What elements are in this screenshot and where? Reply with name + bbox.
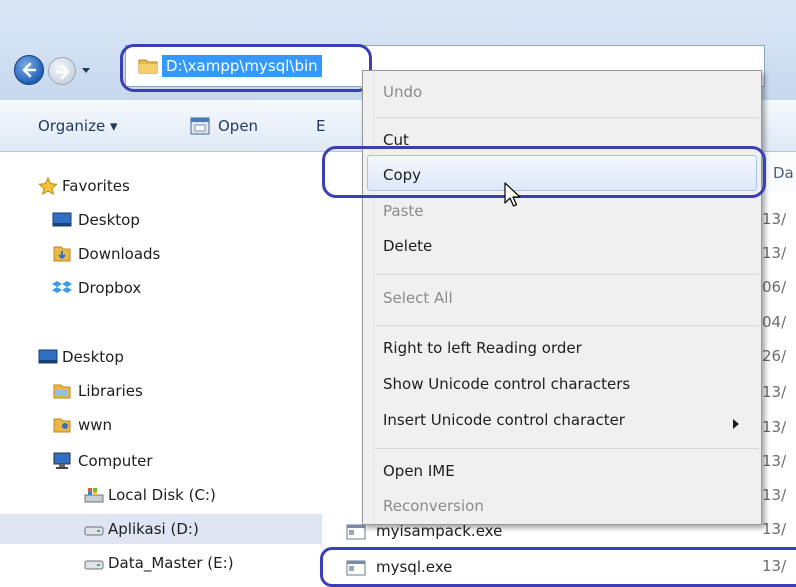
menu-item-open-ime[interactable]: Open IME: [383, 462, 455, 480]
date-cell: 13/: [762, 486, 787, 504]
computer-icon: [53, 452, 71, 469]
nav-item-label: Libraries: [78, 382, 143, 400]
context-menu: Undo Cut Copy Paste Delete Select All Ri…: [362, 70, 762, 525]
menu-item-select-all[interactable]: Select All: [383, 289, 453, 307]
address-highlight-ring: [120, 44, 372, 92]
libraries-icon: [53, 384, 71, 399]
toolbar-partial-button[interactable]: E: [316, 117, 325, 135]
drive-icon: [84, 560, 104, 570]
nav-item-libraries[interactable]: Libraries: [0, 376, 322, 406]
menu-item-delete[interactable]: Delete: [383, 237, 432, 255]
menu-separator: [375, 325, 759, 326]
dropbox-icon: [52, 281, 72, 293]
organize-button[interactable]: Organize ▾: [38, 117, 118, 135]
navigation-pane: Favorites Desktop Downloads Dropbox Desk…: [0, 152, 322, 585]
nav-item-desktop[interactable]: Desktop: [0, 205, 322, 235]
system-drive-icon: [84, 488, 104, 503]
date-cell: 13/: [762, 520, 787, 538]
executable-file-icon: [346, 524, 366, 540]
menu-item-paste[interactable]: Paste: [383, 202, 424, 220]
file-highlight-ring: [320, 547, 796, 587]
date-cell: 26/: [762, 347, 787, 365]
recent-pages-dropdown-icon[interactable]: [80, 64, 92, 76]
menu-separator: [375, 117, 759, 118]
nav-item-desktop-root[interactable]: Desktop: [0, 342, 322, 372]
back-arrow-icon: [22, 62, 37, 78]
forward-button[interactable]: [48, 57, 76, 85]
downloads-folder-icon: [53, 246, 71, 262]
date-cell: 13/: [762, 418, 787, 436]
back-button[interactable]: [14, 55, 44, 85]
star-icon: [38, 177, 58, 195]
menu-separator: [375, 448, 759, 449]
nav-item-wwn[interactable]: wwn: [0, 410, 322, 440]
menu-item-undo[interactable]: Undo: [383, 83, 422, 101]
nav-item-data-master-e[interactable]: Data_Master (E:): [0, 548, 322, 578]
submenu-arrow-icon: [733, 419, 739, 429]
nav-item-downloads[interactable]: Downloads: [0, 239, 322, 269]
menu-gutter: [373, 71, 374, 524]
date-cell: 13/: [762, 383, 787, 401]
nav-item-local-disk-c[interactable]: Local Disk (C:): [0, 480, 322, 510]
menu-item-insert-unicode-control[interactable]: Insert Unicode control character: [383, 411, 625, 429]
copy-highlight-ring: [322, 146, 766, 198]
menu-separator: [375, 274, 759, 275]
nav-item-label: Favorites: [62, 177, 130, 195]
nav-item-label: Local Disk (C:): [108, 486, 216, 504]
menu-item-show-unicode-control[interactable]: Show Unicode control characters: [383, 375, 630, 393]
mouse-cursor-icon: [504, 182, 521, 207]
date-cell: 04/: [762, 313, 787, 331]
nav-item-aplikasi-d[interactable]: Aplikasi (D:): [0, 514, 322, 544]
date-cell: 13/: [762, 244, 787, 262]
drive-icon: [84, 526, 104, 536]
user-folder-icon: [53, 418, 71, 433]
nav-item-label: wwn: [78, 416, 113, 434]
nav-item-label: Computer: [78, 452, 153, 470]
date-cell: 06/: [762, 278, 787, 296]
desktop-icon: [52, 212, 72, 227]
open-icon: [190, 117, 210, 135]
menu-item-reconversion[interactable]: Reconversion: [383, 497, 484, 515]
open-button[interactable]: Open: [218, 117, 258, 135]
nav-item-label: Desktop: [62, 348, 124, 366]
forward-arrow-icon: [55, 64, 70, 80]
desktop-icon: [38, 349, 58, 364]
nav-item-favorites[interactable]: Favorites: [0, 171, 322, 201]
date-column-header[interactable]: Da: [762, 152, 796, 192]
nav-item-label: Downloads: [78, 245, 161, 263]
nav-item-dropbox[interactable]: Dropbox: [0, 273, 322, 303]
menu-item-rtl-reading-order[interactable]: Right to left Reading order: [383, 339, 582, 357]
nav-item-label: Desktop: [78, 211, 140, 229]
date-column-header-label: Da: [773, 164, 794, 182]
nav-item-label: Dropbox: [78, 279, 142, 297]
nav-item-label: Data_Master (E:): [108, 554, 234, 572]
nav-item-label: Aplikasi (D:): [108, 520, 199, 538]
date-cell: 13/: [762, 210, 787, 228]
date-cell: 13/: [762, 452, 787, 470]
nav-item-computer[interactable]: Computer: [0, 446, 322, 476]
